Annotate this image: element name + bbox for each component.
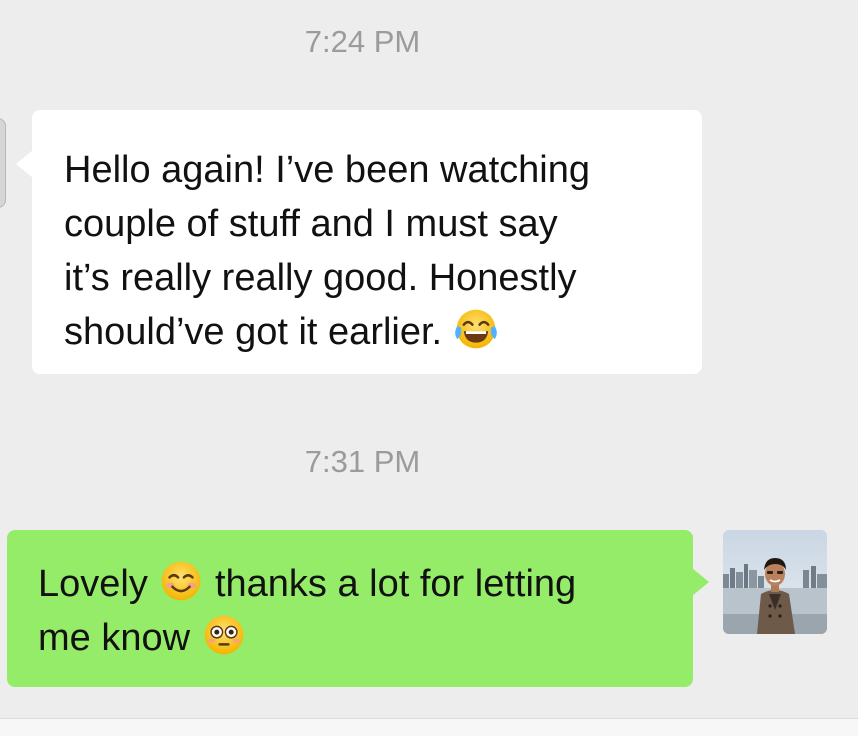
face-with-tears-of-joy-icon xyxy=(454,309,497,349)
outgoing-message-bubble[interactable]: Lovely thanks a lot for letting me know xyxy=(7,530,709,687)
message-text-line: Lovely thanks a lot for letting xyxy=(38,557,673,611)
chat-thread: 7:24 PM Hello again! I’ve been watching … xyxy=(0,0,858,736)
message-text-line: it’s really really good. Honestly xyxy=(64,257,577,299)
flushed-face-icon xyxy=(204,615,244,655)
user-avatar[interactable] xyxy=(723,530,827,634)
profile-photo-icon xyxy=(723,530,827,634)
message-text: thanks a lot for letting xyxy=(214,563,577,605)
contact-avatar[interactable] xyxy=(0,118,6,208)
message-text-line: me know xyxy=(38,611,673,665)
message-text-line: couple of stuff and I must say xyxy=(64,203,558,245)
message-text: should’ve got it earlier. xyxy=(64,311,443,353)
input-bar-edge xyxy=(0,718,858,736)
incoming-message-bubble[interactable]: Hello again! I’ve been watching couple o… xyxy=(16,110,702,374)
message-timestamp: 7:24 PM xyxy=(304,24,421,59)
message-text: Lovely xyxy=(38,563,148,605)
message-text: me know xyxy=(38,617,191,659)
message-text-line: Hello again! I’ve been watching xyxy=(64,149,591,191)
smiling-face-icon xyxy=(162,561,201,601)
message-timestamp: 7:31 PM xyxy=(304,444,421,479)
message-text-line-last: should’ve got it earlier. xyxy=(64,305,680,359)
